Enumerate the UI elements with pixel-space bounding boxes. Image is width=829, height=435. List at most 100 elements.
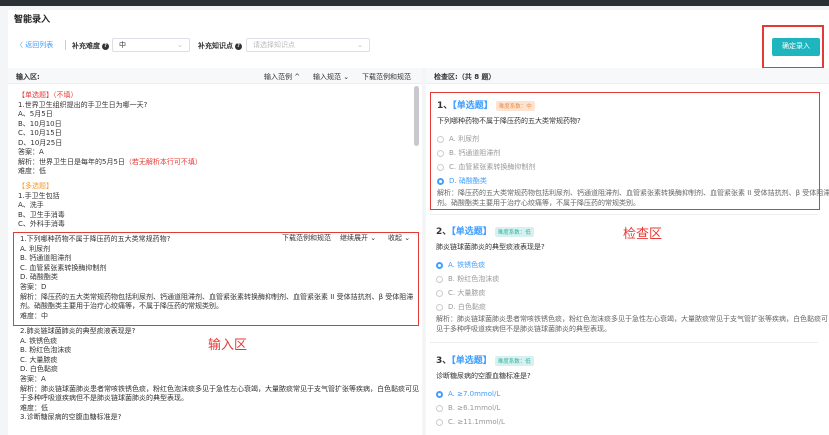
input-example-toggle[interactable]: 输入范例 ^ <box>264 72 300 82</box>
option-row[interactable]: A. 利尿剂 <box>437 132 813 146</box>
header-divider <box>65 40 66 50</box>
input-edit-box[interactable] <box>13 232 419 326</box>
input-text-line: A、5月5日 <box>18 110 53 118</box>
knowledge-label-text: 补充知识点 <box>198 42 233 50</box>
radio-icon[interactable] <box>437 135 444 143</box>
knowledge-placeholder: 请选择知识点 <box>253 41 295 49</box>
question-header: 1、【单选题】 难度系数：中 <box>437 98 813 111</box>
input-text-line: 【多选题】 <box>18 182 53 190</box>
option-row[interactable]: B. 钙通道阻滞剂 <box>437 146 813 160</box>
knowledge-select[interactable]: 请选择知识点 ⌄ <box>246 38 370 52</box>
input-text-line: 解析：降压药的五大类常规药物包括利尿剂、钙通道阻滞剂、血管紧张素转换酶抑制剂、血… <box>20 292 414 301</box>
input-text-line: B、卫生手消毒 <box>18 210 65 219</box>
input-text-line: 难度：低 <box>20 403 48 412</box>
chevron-down-icon: ⌄ <box>177 41 183 49</box>
question-header: 3、【单选题】 难度系数：低 <box>436 353 814 366</box>
back-to-list-link[interactable]: 〈 返回列表 <box>16 40 53 50</box>
input-text-line: 解析：肺炎链球菌肺炎患者常咳铁锈色痰，粉红色泡沫痰多见于急性左心衰竭，大量脓痰常… <box>20 384 419 393</box>
input-text-line: A. 铁锈色痰 <box>20 336 58 345</box>
option-row[interactable]: B. ≥6.1mmol/L <box>436 401 814 415</box>
input-text-line: A、洗手 <box>18 201 44 209</box>
option-row[interactable]: C. 大量脓痰 <box>436 286 814 300</box>
input-text-line: 难度：中 <box>20 311 48 320</box>
difficulty-badge: 难度系数：低 <box>494 355 534 366</box>
input-text-line: 1.下列哪种药物不属于降压药的五大类常规药物? <box>20 235 171 243</box>
radio-icon[interactable] <box>436 404 443 412</box>
question-type: 【单选题】 <box>452 101 493 111</box>
input-text-line: 3.诊断糖尿病的空腹血糖标准是? <box>20 413 122 422</box>
check-zone-label: 检查区 <box>623 227 663 242</box>
option-row[interactable]: A. 铁锈色痰 <box>436 258 814 272</box>
option-label: D. 白色黏痰 <box>448 303 486 311</box>
input-scrollbar[interactable] <box>414 86 419 146</box>
input-text-line: B、10月10日 <box>18 119 62 128</box>
option-row[interactable]: A. ≥7.0mmol/L <box>436 387 814 401</box>
input-text-line: D、10月25日 <box>18 138 63 147</box>
input-text-line: 解析：世界卫生日是每年的5月5日（若无解析本行可不填） <box>18 158 202 168</box>
download-example-link[interactable]: 下载范例和规范 <box>362 72 411 82</box>
card-divider <box>430 214 818 215</box>
input-text-line: 剂。硝酸酯类主要用于治疗心绞痛等，不属于降压药的常规类别。 <box>20 302 223 311</box>
input-text-line: B. 钙通道阻滞剂 <box>20 254 72 263</box>
input-zone-label: 输入区 <box>208 338 248 353</box>
analysis-line: 解析：降压药的五大类常规药物包括利尿剂、钙通道阻滞剂、血管紧张素转换酶抑制剂、血… <box>437 189 829 197</box>
option-label: B. 粉红色泡沫痰 <box>448 275 500 283</box>
option-label: C. 血管紧张素转换酶抑制剂 <box>449 163 536 171</box>
radio-icon[interactable] <box>436 261 443 269</box>
help-icon[interactable]: ? <box>235 42 242 50</box>
analysis-line: 见于多种呼吸道疾病但不是肺炎链球菌肺炎的典型表现。 <box>436 325 611 333</box>
question-number: 3、 <box>436 356 452 366</box>
option-label: C. ≥11.1mmol/L <box>448 418 505 426</box>
question-stem: 肺炎链球菌肺炎的典型痰液表现是? <box>436 243 545 251</box>
confirm-entry-button[interactable]: 确定录入 <box>772 38 820 56</box>
radio-icon[interactable] <box>437 163 444 171</box>
question-card: 1、【单选题】 难度系数：中下列哪种药物不属于降压药的五大类常规药物? A. 利尿剂… <box>430 92 829 210</box>
input-text-line: 答案：A <box>20 375 46 383</box>
expand-button[interactable]: 继续展开 ⌄ <box>340 233 376 243</box>
input-text-line: 答案：A <box>18 148 44 156</box>
option-row[interactable]: B. 粉红色泡沫痰 <box>436 272 814 286</box>
difficulty-select[interactable]: 中 ⌄ <box>112 38 190 52</box>
input-text-line: 难度：低 <box>18 167 46 175</box>
option-label: A. 利尿剂 <box>449 135 480 143</box>
option-label: A. 铁锈色痰 <box>448 261 486 269</box>
option-row[interactable]: C. 血管紧张素转换酶抑制剂 <box>437 160 813 174</box>
radio-icon[interactable] <box>437 149 444 157</box>
download-spec-link[interactable]: 下载范例和规范 <box>282 233 331 243</box>
optional-note: （若无解析本行可不填） <box>124 157 202 166</box>
help-icon[interactable]: ? <box>102 42 109 50</box>
page-title: 智能录入 <box>14 15 51 25</box>
option-row[interactable]: D. 白色黏痰 <box>436 300 814 314</box>
difficulty-value: 中 <box>119 41 126 49</box>
input-text-line: 1.世界卫生组织提出的手卫生日为哪一天? <box>18 100 148 109</box>
difficulty-badge: 难度系数：中 <box>495 100 535 111</box>
option-label: A. ≥7.0mmol/L <box>448 390 501 398</box>
input-text-line: D. 硝酸酯类 <box>20 273 58 282</box>
option-row[interactable]: D. 硝酸酯类 <box>437 174 813 188</box>
radio-icon[interactable] <box>437 177 444 185</box>
radio-icon[interactable] <box>436 303 443 311</box>
check-panel-header: 检查区:（共 8 题） <box>426 68 829 84</box>
input-text-line: 2.肺炎链球菌肺炎的典型痰液表现是? <box>20 327 136 335</box>
analysis-text: 解析：世界卫生日是每年的5月5日 <box>18 157 125 166</box>
app-root: 智能录入 〈 返回列表 补充难度? 中 ⌄ 补充知识点? 请选择知识点 ⌄ 确定录入… <box>0 0 829 435</box>
option-label: C. 大量脓痰 <box>448 289 486 297</box>
question-type: 【单选题】 <box>451 227 492 237</box>
question-stem: 下列哪种药物不属于降压药的五大类常规药物? <box>437 117 581 125</box>
input-spec-toggle[interactable]: 输入规范 ⌄ <box>313 72 349 82</box>
check-panel-title: 检查区:（共 8 题） <box>434 73 496 81</box>
input-text-line: 【单选题】（不填） <box>18 91 78 99</box>
knowledge-label: 补充知识点? <box>198 41 242 51</box>
radio-icon[interactable] <box>436 390 443 398</box>
collapse-button[interactable]: 收起 ⌄ <box>388 233 410 243</box>
question-stem: 诊断糖尿病的空腹血糖标准是? <box>436 372 531 380</box>
radio-icon[interactable] <box>436 275 443 283</box>
input-text-line: C. 大量脓痰 <box>20 355 58 364</box>
radio-icon[interactable] <box>436 289 443 297</box>
question-number: 2、 <box>436 227 452 237</box>
input-text-line: C. 血管紧张素转换酶抑制剂 <box>20 263 107 272</box>
option-label: B. 钙通道阻滞剂 <box>449 149 501 157</box>
radio-icon[interactable] <box>436 418 443 426</box>
input-text-line: A. 利尿剂 <box>20 244 51 253</box>
option-row[interactable]: C. ≥11.1mmol/L <box>436 415 814 429</box>
